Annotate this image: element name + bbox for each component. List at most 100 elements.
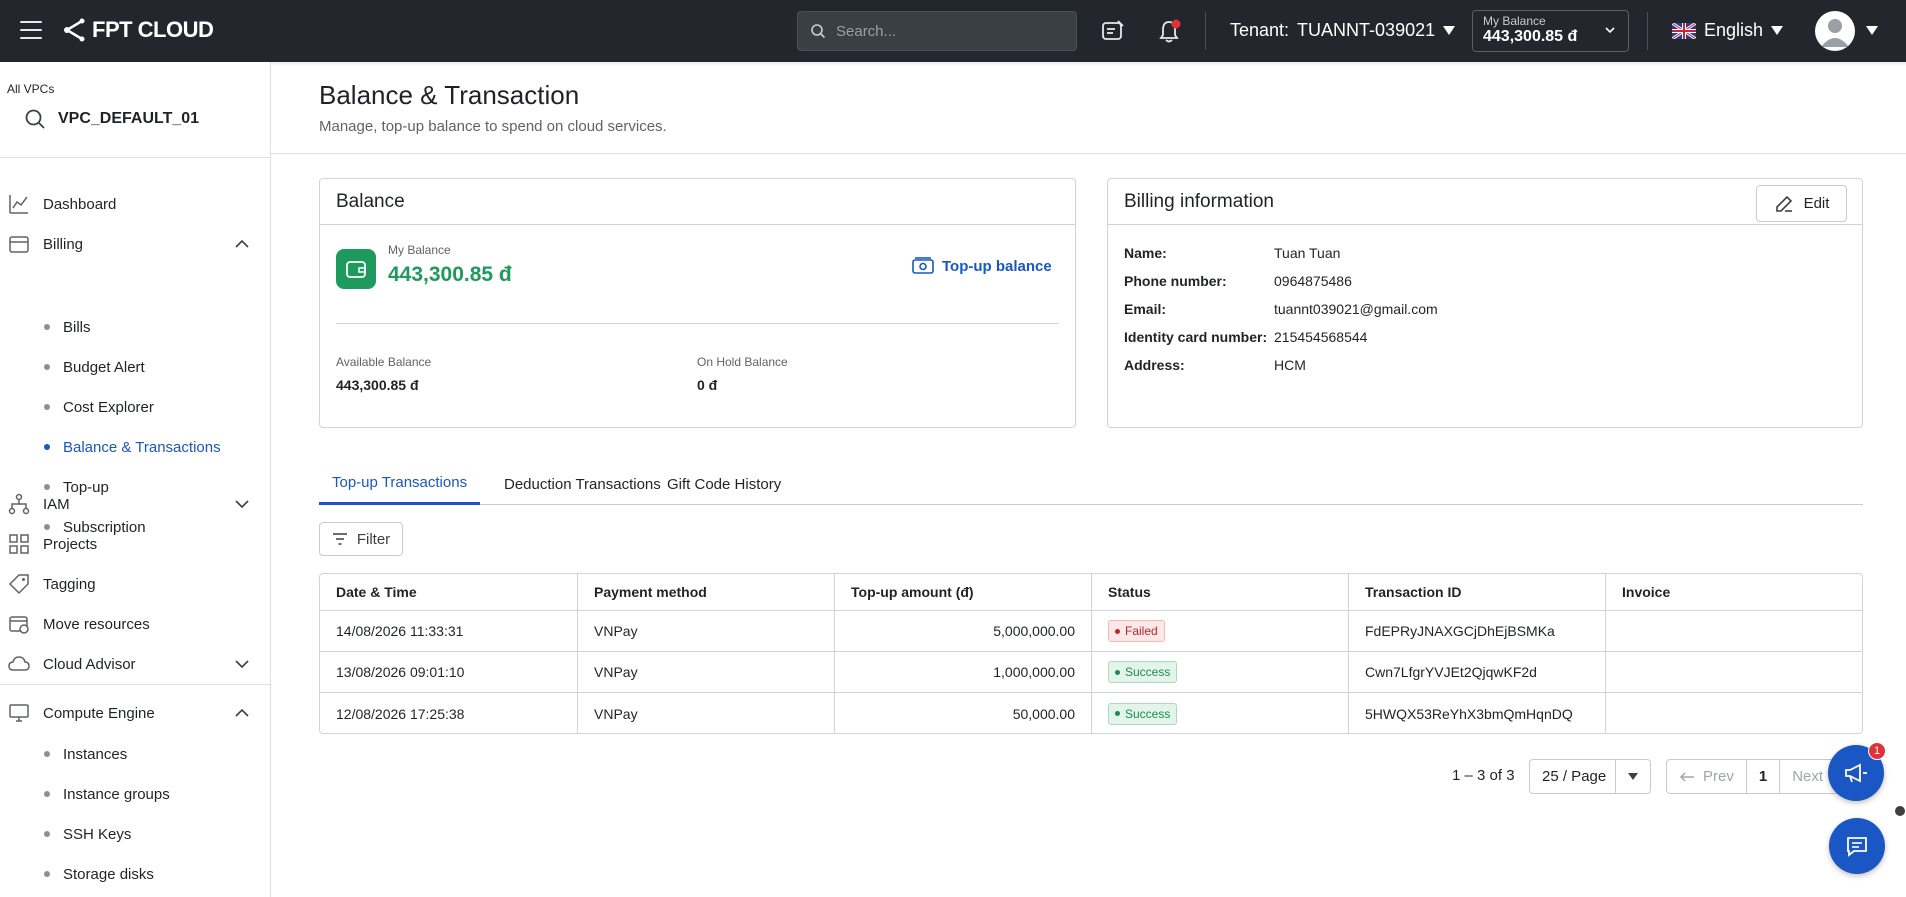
sidebar-item-dashboard[interactable]: Dashboard	[0, 186, 271, 222]
sidebar-subitem-label: SSH Keys	[63, 825, 132, 843]
balance-divider	[336, 323, 1059, 324]
column-header: Date & Time	[320, 574, 578, 610]
widget-handle-dot[interactable]	[1893, 804, 1906, 818]
global-search[interactable]	[797, 11, 1077, 51]
bullet-dot	[44, 404, 50, 410]
search-icon	[25, 109, 45, 129]
column-header: Top-up amount (đ)	[835, 574, 1092, 610]
balance-dropdown[interactable]: My Balance 443,300.85 đ	[1472, 10, 1629, 52]
bullet-dot	[44, 324, 50, 330]
transaction-id-cell: 5HWQX53ReYhX3bmQmHqnDQ	[1349, 693, 1606, 733]
tenant-selector[interactable]: Tenant: TUANNT-039021	[1230, 20, 1456, 41]
sidebar-subitem-instances[interactable]: Instances	[0, 737, 271, 771]
brand-logo[interactable]: FPT CLOUD	[62, 17, 214, 43]
status-badge: Success	[1108, 661, 1178, 683]
info-value: tuannt039021@gmail.com	[1274, 301, 1438, 317]
info-value: 0964875486	[1274, 273, 1352, 289]
tab-top-up-transactions[interactable]: Top-up Transactions	[319, 463, 481, 505]
column-header: Transaction ID	[1349, 574, 1606, 610]
column-header: Payment method	[578, 574, 835, 610]
sidebar-item-iam[interactable]: IAM	[0, 486, 271, 522]
sidebar-item-label: Compute Engine	[43, 704, 155, 722]
status-badge: Failed	[1108, 620, 1165, 642]
chat-support-button[interactable]	[1829, 818, 1885, 874]
sidebar-subitem-cost-explorer[interactable]: Cost Explorer	[0, 390, 271, 424]
edit-billing-button[interactable]: Edit	[1756, 185, 1847, 222]
sidebar-subitem-storage-disks[interactable]: Storage disks	[0, 857, 271, 891]
method-cell: VNPay	[578, 693, 835, 733]
sidebar-subitem-label: Instances	[63, 745, 128, 763]
page-size-select[interactable]: 25 / Page	[1529, 759, 1651, 794]
search-icon	[811, 24, 826, 39]
sidebar-subitem-budget-alert[interactable]: Budget Alert	[0, 350, 271, 384]
top-up-balance-link[interactable]: Top-up balance	[912, 257, 1052, 275]
vpc-name: VPC_DEFAULT_01	[58, 110, 200, 127]
sidebar-item-move-resources[interactable]: Move resources	[0, 606, 271, 642]
info-key: Email:	[1124, 301, 1167, 317]
sidebar-item-cloud-advisor[interactable]: Cloud Advisor	[0, 646, 271, 682]
sidebar-item-tagging[interactable]: Tagging	[0, 566, 271, 602]
method-cell: VNPay	[578, 652, 835, 692]
caret-down-icon	[1627, 773, 1638, 780]
status-badge: Success	[1108, 702, 1178, 725]
sidebar-item-label: Dashboard	[43, 195, 117, 213]
date-cell: 12/08/2026 17:25:38	[320, 693, 578, 733]
status-cell: Failed	[1092, 611, 1349, 651]
page-number-button[interactable]: 1	[1747, 760, 1781, 793]
sidebar-item-label: Billing	[43, 235, 84, 253]
sidebar-subitem-balance-transactions[interactable]: Balance & Transactions	[0, 430, 271, 464]
table-header-row: Date & Time Payment method Top-up amount…	[320, 574, 1862, 611]
on-hold-balance-label: On Hold Balance	[697, 355, 788, 369]
sidebar-item-compute-engine[interactable]: Compute Engine	[0, 695, 271, 731]
user-avatar[interactable]	[1815, 11, 1855, 51]
sidebar-item-label: Move resources	[43, 615, 150, 633]
available-balance-label: Available Balance	[336, 355, 432, 369]
tag-icon	[8, 574, 29, 595]
tab-deduction-transactions[interactable]: Deduction Transactions	[491, 463, 674, 505]
tab-gift-code-history[interactable]: Gift Code History	[654, 463, 794, 505]
transaction-id-cell: Cwn7LfgrYVJEt2QjqwKF2d	[1349, 652, 1606, 692]
sidebar-subitem-ssh-keys[interactable]: SSH Keys	[0, 817, 271, 851]
topbar-divider	[1647, 12, 1648, 50]
search-input[interactable]	[836, 22, 1056, 40]
on-hold-balance-value: 0 đ	[697, 377, 718, 393]
language-label: English	[1704, 20, 1764, 40]
topbar-divider	[1205, 12, 1206, 50]
filter-button[interactable]: Filter	[319, 522, 403, 556]
status-dot	[1115, 711, 1120, 716]
sidebar-subitem-label: Bills	[63, 318, 91, 336]
sidebar-item-projects[interactable]: Projects	[0, 526, 271, 562]
amount-cell: 5,000,000.00	[835, 611, 1092, 651]
prev-page-button[interactable]: Prev	[1667, 760, 1747, 793]
uk-flag-icon	[1672, 22, 1696, 39]
wallet-icon	[336, 249, 376, 289]
chevron-down-icon	[235, 500, 249, 509]
page-title: Balance & Transaction	[319, 80, 580, 110]
info-key: Identity card number:	[1124, 329, 1268, 345]
account-caret-down-icon[interactable]	[1866, 26, 1878, 35]
amount-cell: 1,000,000.00	[835, 652, 1092, 692]
page-size-dropdown[interactable]	[1614, 760, 1650, 793]
status-cell: Success	[1092, 652, 1349, 692]
sidebar-divider	[0, 684, 271, 685]
notification-bell-icon[interactable]	[1156, 18, 1182, 44]
sidebar-subitem-instance-groups[interactable]: Instance groups	[0, 777, 271, 811]
wallet-icon	[9, 236, 29, 253]
billing-information-card: Billing information Edit Name: Tuan Tuan …	[1107, 178, 1863, 428]
sidebar-item-billing[interactable]: Billing	[0, 226, 271, 262]
monitor-icon	[9, 704, 29, 722]
vpc-selector[interactable]: VPC_DEFAULT_01	[24, 108, 199, 130]
sidebar-subitem-bills[interactable]: Bills	[0, 310, 271, 344]
sidebar: All VPCs VPC_DEFAULT_01 Dashboard Billin…	[0, 62, 271, 897]
top-navigation-bar: FPT CLOUD Tenant: TUANNT-039021 My Balan…	[0, 0, 1906, 62]
feedback-icon[interactable]	[1100, 18, 1126, 44]
chevron-down-icon	[235, 660, 249, 669]
language-selector[interactable]: English	[1672, 20, 1784, 41]
grid-icon	[9, 534, 29, 554]
hamburger-menu-icon[interactable]	[20, 21, 42, 39]
invoice-cell	[1606, 693, 1862, 733]
billing-phone-row: Phone number: 0964875486	[1124, 273, 1352, 289]
table-row: 14/08/2026 11:33:31 VNPay 5,000,000.00 F…	[320, 611, 1862, 652]
date-cell: 13/08/2026 09:01:10	[320, 652, 578, 692]
column-header: Invoice	[1622, 584, 1671, 600]
